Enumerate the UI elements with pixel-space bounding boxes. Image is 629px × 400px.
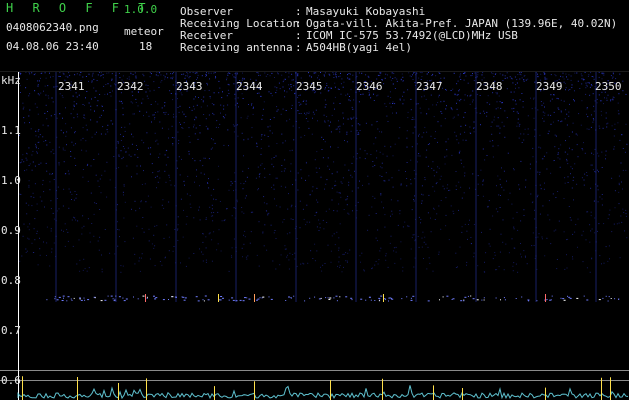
y-tick-0.9: 0.9 bbox=[1, 224, 21, 237]
y-tick-0.8: 0.8 bbox=[1, 274, 21, 287]
app-version: 1.0.0 bbox=[124, 3, 158, 16]
minute-streak bbox=[295, 72, 297, 302]
echo-mark bbox=[545, 294, 546, 302]
info-sep-antenna: : bbox=[295, 41, 302, 54]
echo-mark bbox=[254, 294, 255, 302]
minute-streak bbox=[235, 72, 237, 302]
echo-mark bbox=[145, 294, 146, 302]
spectrogram-canvas bbox=[0, 72, 629, 400]
minute-label-2341: 2341 bbox=[58, 80, 85, 93]
y-tick-1.1: 1.1 bbox=[1, 124, 21, 137]
minute-streak bbox=[535, 72, 537, 302]
info-value-antenna: A504HB(yagi 4el) bbox=[306, 41, 412, 54]
minute-label-2350: 2350 bbox=[595, 80, 622, 93]
minute-streak bbox=[355, 72, 357, 302]
minute-label-2342: 2342 bbox=[117, 80, 144, 93]
echo-mark bbox=[218, 294, 219, 302]
minute-label-2343: 2343 bbox=[176, 80, 203, 93]
capture-datetime: 04.08.06 23:40 bbox=[6, 40, 99, 53]
minute-label-2345: 2345 bbox=[296, 80, 323, 93]
minute-label-2349: 2349 bbox=[536, 80, 563, 93]
y-tick-1.0: 1.0 bbox=[1, 174, 21, 187]
minute-label-2346: 2346 bbox=[356, 80, 383, 93]
echo-mark bbox=[383, 294, 384, 302]
minute-label-2347: 2347 bbox=[416, 80, 443, 93]
y-tick-0.6: 0.6 bbox=[1, 374, 21, 387]
image-filename: 0408062340.png bbox=[6, 21, 99, 34]
minute-streak bbox=[415, 72, 417, 302]
minute-label-2344: 2344 bbox=[236, 80, 263, 93]
y-axis-unit: kHz bbox=[1, 74, 21, 87]
meteor-label: meteor bbox=[124, 25, 164, 38]
minute-label-2348: 2348 bbox=[476, 80, 503, 93]
minute-streak bbox=[595, 72, 597, 302]
minute-streak bbox=[475, 72, 477, 302]
baseline-trace bbox=[17, 385, 629, 400]
carrier-trace bbox=[46, 295, 620, 302]
info-label-antenna: Receiving antenna bbox=[180, 41, 293, 54]
spectrogram-panel bbox=[0, 72, 629, 400]
hrofft-window: H R O F F T 1.0.0 0408062340.png meteor … bbox=[0, 0, 629, 400]
minute-streak bbox=[55, 72, 57, 302]
minute-streak bbox=[115, 72, 117, 302]
y-tick-0.7: 0.7 bbox=[1, 324, 21, 337]
minute-streak bbox=[175, 72, 177, 302]
meteor-count: 18 bbox=[139, 40, 153, 53]
